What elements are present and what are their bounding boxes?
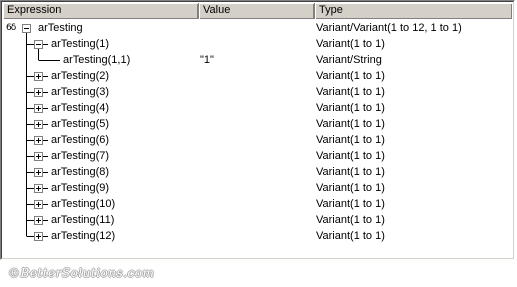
- expand-plus-icon[interactable]: [34, 72, 43, 81]
- watch-row[interactable]: arTesting(1,1) "1" Variant/String: [2, 52, 513, 68]
- expander-stroke: [38, 170, 39, 175]
- expression-cell[interactable]: arTesting(12): [51, 228, 115, 244]
- expand-plus-icon[interactable]: [34, 168, 43, 177]
- watch-row[interactable]: arTesting(7) Variant(1 to 1): [2, 148, 513, 164]
- expression-cell[interactable]: arTesting(5): [51, 116, 109, 132]
- column-header-bar: Expression Value Type: [3, 3, 512, 19]
- type-cell: Variant(1 to 1): [316, 134, 385, 146]
- expression-cell[interactable]: arTesting(9): [51, 180, 109, 196]
- expander-stroke: [38, 106, 39, 111]
- expand-plus-icon[interactable]: [34, 104, 43, 113]
- expander-stroke: [38, 154, 39, 159]
- watermark: ©BetterSolutions.com: [8, 266, 155, 280]
- type-cell: Variant(1 to 1): [316, 70, 385, 82]
- expression-cell[interactable]: arTesting(7): [51, 148, 109, 164]
- watch-row[interactable]: arTesting(11) Variant(1 to 1): [2, 212, 513, 228]
- expression-cell[interactable]: arTesting(1,1): [63, 52, 130, 68]
- type-cell: Variant(1 to 1): [316, 150, 385, 162]
- expression-cell[interactable]: arTesting(3): [51, 84, 109, 100]
- expression-cell[interactable]: arTesting(2): [51, 68, 109, 84]
- column-header-expression[interactable]: Expression: [3, 3, 199, 19]
- expand-plus-icon[interactable]: [34, 120, 43, 129]
- watch-row[interactable]: arTesting(5) Variant(1 to 1): [2, 116, 513, 132]
- type-cell: Variant(1 to 1): [316, 214, 385, 226]
- type-cell: Variant/String: [316, 54, 382, 66]
- expression-cell[interactable]: arTesting(1): [51, 36, 109, 52]
- type-cell: Variant(1 to 1): [316, 198, 385, 210]
- watch-row[interactable]: arTesting(3) Variant(1 to 1): [2, 84, 513, 100]
- watch-row[interactable]: arTesting Variant/Variant(1 to 12, 1 to 1…: [2, 20, 513, 36]
- type-cell: Variant(1 to 1): [316, 182, 385, 194]
- expand-plus-icon[interactable]: [34, 88, 43, 97]
- expander-stroke: [38, 218, 39, 223]
- watch-row[interactable]: arTesting(1) Variant(1 to 1): [2, 36, 513, 52]
- watch-row[interactable]: arTesting(4) Variant(1 to 1): [2, 100, 513, 116]
- watches-panel: Expression Value Type 6δ arTesting Varian…: [1, 1, 514, 259]
- watch-row[interactable]: arTesting(12) Variant(1 to 1): [2, 228, 513, 244]
- type-cell: Variant(1 to 1): [316, 118, 385, 130]
- value-cell[interactable]: "1": [200, 52, 214, 68]
- expand-plus-icon[interactable]: [34, 232, 43, 241]
- column-header-value[interactable]: Value: [199, 3, 315, 19]
- expander-stroke: [24, 28, 29, 29]
- type-cell: Variant(1 to 1): [316, 38, 385, 50]
- expander-stroke: [38, 202, 39, 207]
- expression-cell[interactable]: arTesting(8): [51, 164, 109, 180]
- expand-plus-icon[interactable]: [34, 136, 43, 145]
- type-cell: Variant(1 to 1): [316, 86, 385, 98]
- expander-stroke: [38, 186, 39, 191]
- expand-plus-icon[interactable]: [34, 184, 43, 193]
- expression-cell[interactable]: arTesting: [38, 20, 83, 36]
- expand-plus-icon[interactable]: [34, 216, 43, 225]
- expand-plus-icon[interactable]: [34, 200, 43, 209]
- expander-stroke: [38, 138, 39, 143]
- watch-row[interactable]: arTesting(6) Variant(1 to 1): [2, 132, 513, 148]
- expander-stroke: [36, 44, 41, 45]
- expander-stroke: [38, 74, 39, 79]
- expression-cell[interactable]: arTesting(6): [51, 132, 109, 148]
- collapse-minus-icon[interactable]: [22, 24, 31, 33]
- column-header-type[interactable]: Type: [315, 3, 512, 19]
- watch-row[interactable]: arTesting(10) Variant(1 to 1): [2, 196, 513, 212]
- watch-row[interactable]: arTesting(2) Variant(1 to 1): [2, 68, 513, 84]
- watch-row[interactable]: arTesting(9) Variant(1 to 1): [2, 180, 513, 196]
- expander-stroke: [38, 234, 39, 239]
- collapse-minus-icon[interactable]: [34, 40, 43, 49]
- type-cell: Variant(1 to 1): [316, 230, 385, 242]
- expression-cell[interactable]: arTesting(4): [51, 100, 109, 116]
- type-cell: Variant/Variant(1 to 12, 1 to 1): [316, 22, 462, 34]
- expression-cell[interactable]: arTesting(11): [51, 212, 114, 228]
- watch-list: 6δ arTesting Variant/Variant(1 to 12, 1 t…: [2, 20, 513, 258]
- expression-cell[interactable]: arTesting(10): [51, 196, 115, 212]
- type-cell: Variant(1 to 1): [316, 102, 385, 114]
- watches-window: Expression Value Type 6δ arTesting Varian…: [0, 0, 515, 260]
- expander-stroke: [38, 90, 39, 95]
- expander-stroke: [38, 122, 39, 127]
- watch-row[interactable]: arTesting(8) Variant(1 to 1): [2, 164, 513, 180]
- type-cell: Variant(1 to 1): [316, 166, 385, 178]
- expand-plus-icon[interactable]: [34, 152, 43, 161]
